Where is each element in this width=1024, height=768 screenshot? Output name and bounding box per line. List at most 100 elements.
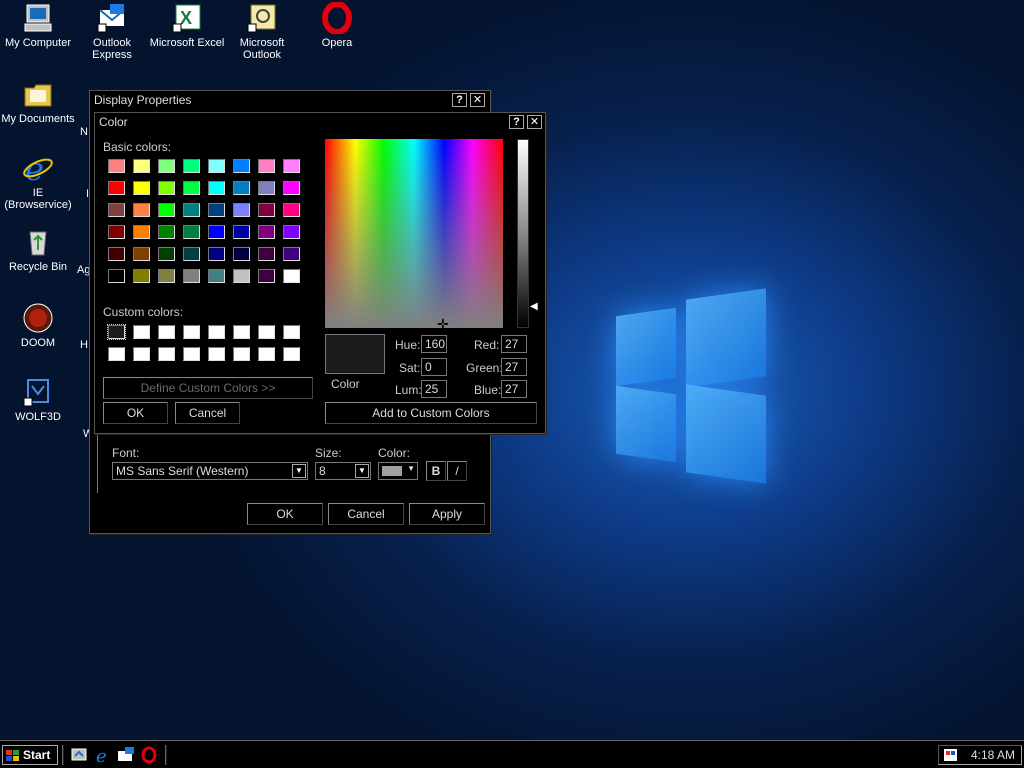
desktop-icon[interactable] <box>70 746 88 764</box>
desktop-icon-wolf3d[interactable]: WOLF3D <box>0 376 76 423</box>
size-select[interactable]: 8 ▼ <box>315 462 371 480</box>
basic-color-swatch[interactable] <box>108 247 125 261</box>
custom-color-swatch[interactable] <box>183 325 200 339</box>
basic-color-swatch[interactable] <box>258 181 275 195</box>
basic-color-swatch[interactable] <box>108 225 125 239</box>
desktop-icon-microsoft-outlook[interactable]: Microsoft Outlook <box>224 2 300 61</box>
slider-arrow-icon[interactable]: ◀ <box>530 301 538 312</box>
apply-button[interactable]: Apply <box>409 503 485 525</box>
basic-color-swatch[interactable] <box>183 203 200 217</box>
basic-color-swatch[interactable] <box>208 225 225 239</box>
volume-icon[interactable] <box>943 748 959 762</box>
basic-color-swatch[interactable] <box>283 247 300 261</box>
basic-color-swatch[interactable] <box>108 269 125 283</box>
italic-button[interactable]: / <box>447 461 467 481</box>
basic-color-swatch[interactable] <box>258 247 275 261</box>
color-ok-button[interactable]: OK <box>103 402 168 424</box>
desktop-icon-doom[interactable]: DOOM <box>0 302 76 349</box>
sat-input[interactable]: 0 <box>421 358 447 376</box>
basic-color-swatch[interactable] <box>183 269 200 283</box>
close-button[interactable]: ✕ <box>527 115 542 129</box>
basic-color-swatch[interactable] <box>258 269 275 283</box>
display-properties-titlebar[interactable]: Display Properties ? ✕ <box>90 91 490 109</box>
bold-button[interactable]: B <box>426 461 446 481</box>
basic-color-swatch[interactable] <box>233 225 250 239</box>
color-spectrum[interactable]: ✛ <box>325 139 503 331</box>
chevron-down-icon[interactable]: ▼ <box>355 464 369 478</box>
custom-color-swatch[interactable] <box>208 325 225 339</box>
basic-color-swatch[interactable] <box>133 269 150 283</box>
basic-color-swatch[interactable] <box>258 159 275 173</box>
basic-color-swatch[interactable] <box>133 203 150 217</box>
basic-color-swatch[interactable] <box>183 159 200 173</box>
basic-color-swatch[interactable] <box>158 247 175 261</box>
help-button[interactable]: ? <box>452 93 467 107</box>
basic-color-swatch[interactable] <box>233 247 250 261</box>
opera-icon[interactable] <box>140 746 158 764</box>
basic-color-swatch[interactable] <box>183 247 200 261</box>
color-dialog-titlebar[interactable]: Color ? ✕ <box>95 113 545 131</box>
custom-color-swatch[interactable] <box>158 347 175 361</box>
custom-color-swatch[interactable] <box>233 325 250 339</box>
desktop-icon-microsoft-excel[interactable]: X Microsoft Excel <box>149 2 225 49</box>
basic-color-swatch[interactable] <box>158 181 175 195</box>
custom-color-swatch[interactable] <box>158 325 175 339</box>
basic-color-swatch[interactable] <box>158 269 175 283</box>
cancel-button[interactable]: Cancel <box>328 503 404 525</box>
custom-color-swatch[interactable] <box>107 324 126 340</box>
basic-color-swatch[interactable] <box>108 181 125 195</box>
custom-color-swatch[interactable] <box>258 325 275 339</box>
ie-icon[interactable]: e <box>94 746 112 767</box>
custom-color-swatch[interactable] <box>133 347 150 361</box>
custom-color-swatch[interactable] <box>283 347 300 361</box>
basic-color-swatch[interactable] <box>208 203 225 217</box>
basic-color-swatch[interactable] <box>208 269 225 283</box>
basic-color-swatch[interactable] <box>133 181 150 195</box>
lum-input[interactable]: 25 <box>421 380 447 398</box>
basic-color-swatch[interactable] <box>208 181 225 195</box>
custom-color-swatch[interactable] <box>183 347 200 361</box>
desktop-icon-my-computer[interactable]: My Computer <box>0 2 76 49</box>
close-button[interactable]: ✕ <box>470 93 485 107</box>
basic-color-swatch[interactable] <box>233 269 250 283</box>
clock[interactable]: 4:18 AM <box>971 746 1015 764</box>
add-to-custom-colors-button[interactable]: Add to Custom Colors <box>325 402 537 424</box>
basic-color-swatch[interactable] <box>283 269 300 283</box>
desktop-icon-recycle-bin[interactable]: Recycle Bin <box>0 226 76 273</box>
basic-color-swatch[interactable] <box>233 203 250 217</box>
basic-color-swatch[interactable] <box>258 225 275 239</box>
red-input[interactable]: 27 <box>501 335 527 353</box>
font-select[interactable]: MS Sans Serif (Western) ▼ <box>112 462 308 480</box>
basic-color-swatch[interactable] <box>158 225 175 239</box>
desktop-icon-outlook-express[interactable]: Outlook Express <box>74 2 150 61</box>
desktop-icon-my-documents[interactable]: My Documents <box>0 78 76 125</box>
color-cancel-button[interactable]: Cancel <box>175 402 240 424</box>
basic-color-swatch[interactable] <box>133 225 150 239</box>
color-picker-button[interactable]: ▼ <box>378 462 418 480</box>
basic-color-swatch[interactable] <box>208 159 225 173</box>
basic-color-swatch[interactable] <box>283 203 300 217</box>
ok-button[interactable]: OK <box>247 503 323 525</box>
custom-color-swatch[interactable] <box>233 347 250 361</box>
define-custom-colors-button[interactable]: Define Custom Colors >> <box>103 377 313 399</box>
basic-color-swatch[interactable] <box>183 181 200 195</box>
green-input[interactable]: 27 <box>501 358 527 376</box>
custom-color-swatch[interactable] <box>258 347 275 361</box>
basic-color-swatch[interactable] <box>283 181 300 195</box>
basic-color-swatch[interactable] <box>233 181 250 195</box>
outlook-express-icon[interactable] <box>117 746 135 764</box>
custom-color-swatch[interactable] <box>108 347 125 361</box>
basic-color-swatch[interactable] <box>108 203 125 217</box>
basic-color-swatch[interactable] <box>133 247 150 261</box>
custom-color-swatch[interactable] <box>133 325 150 339</box>
start-button[interactable]: Start <box>2 745 58 765</box>
basic-color-swatch[interactable] <box>158 203 175 217</box>
blue-input[interactable]: 27 <box>501 380 527 398</box>
basic-color-swatch[interactable] <box>158 159 175 173</box>
basic-color-swatch[interactable] <box>108 159 125 173</box>
basic-color-swatch[interactable] <box>133 159 150 173</box>
desktop-icon-opera[interactable]: Opera <box>299 1 375 49</box>
basic-color-swatch[interactable] <box>283 225 300 239</box>
basic-color-swatch[interactable] <box>283 159 300 173</box>
chevron-down-icon[interactable]: ▼ <box>292 464 306 478</box>
